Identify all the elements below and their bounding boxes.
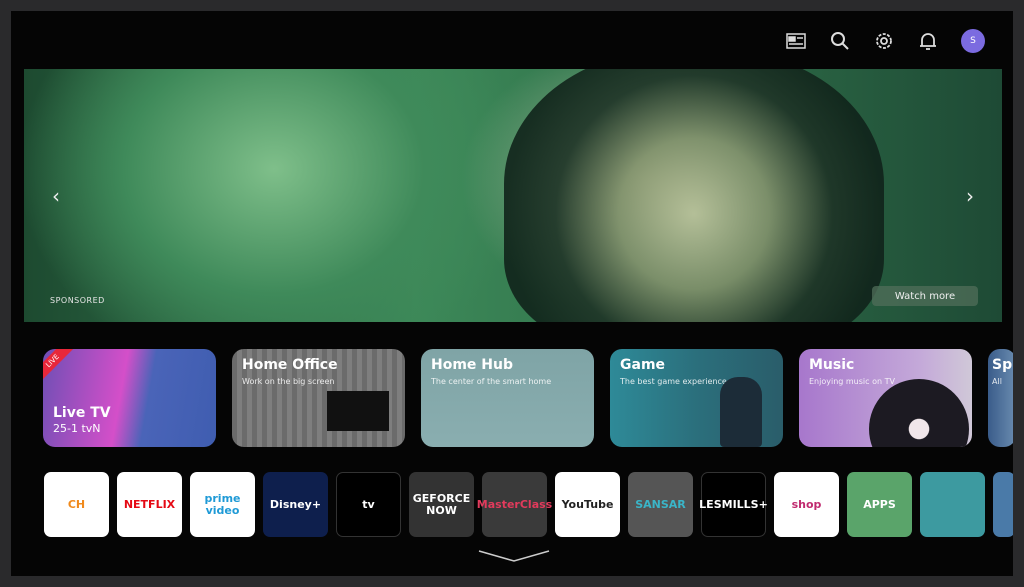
- app-label: shop: [791, 497, 822, 511]
- app-tile-item-12[interactable]: [920, 472, 985, 537]
- app-tile-apps[interactable]: APPS: [847, 472, 912, 537]
- app-bar: CH NETFLIX prime video Disney+ tv GEFORCE NOW…: [44, 472, 1013, 537]
- app-label: APPS: [863, 497, 896, 511]
- tv-image: [327, 391, 389, 431]
- app-label: prime video: [204, 491, 241, 517]
- top-bar: S: [785, 29, 985, 53]
- settings-icon[interactable]: [873, 30, 895, 52]
- category-cards: LIVE Live TV 25-1 tvN Home Office Work o…: [43, 349, 1013, 447]
- card-title: Music: [809, 357, 855, 373]
- tv-screen: S ‹ › SPONSORED Watch more LIVE Live TV …: [11, 11, 1013, 576]
- card-live-tv[interactable]: LIVE Live TV 25-1 tvN: [43, 349, 216, 447]
- card-title: Live TV: [53, 405, 111, 421]
- guide-icon[interactable]: [785, 30, 807, 52]
- card-title: Game: [620, 357, 666, 373]
- hero-banner[interactable]: ‹ › SPONSORED Watch more: [24, 69, 1002, 322]
- app-label: GEFORCE NOW: [412, 491, 471, 517]
- app-tile-netflix[interactable]: NETFLIX: [117, 472, 182, 537]
- app-tile-disney-[interactable]: Disney+: [263, 472, 328, 537]
- card-home-office[interactable]: Home Office Work on the big screen: [232, 349, 405, 447]
- chevron-right-icon[interactable]: ›: [966, 184, 974, 208]
- app-label: YouTube: [561, 497, 614, 511]
- app-label: LESMILLS+: [699, 497, 768, 511]
- app-tile-lesmills-[interactable]: LESMILLS+: [699, 472, 768, 537]
- card-title: Sp: [992, 357, 1013, 373]
- chair-image: [720, 377, 762, 447]
- app-label: tv: [362, 497, 375, 511]
- card-game[interactable]: Game The best game experience: [610, 349, 783, 447]
- app-label: NETFLIX: [123, 497, 176, 511]
- chevron-down-icon[interactable]: [477, 549, 551, 563]
- sponsored-label: SPONSORED: [50, 296, 105, 305]
- app-tile-masterclass[interactable]: MasterClass: [477, 472, 552, 537]
- card-subtitle: Work on the big screen: [242, 377, 335, 386]
- app-tile-item-13[interactable]: [993, 472, 1013, 537]
- notifications-icon[interactable]: [917, 30, 939, 52]
- app-tile-tv[interactable]: tv: [336, 472, 401, 537]
- card-subtitle: All: [992, 377, 1002, 386]
- card-subtitle: The center of the smart home: [431, 377, 552, 386]
- card-sports[interactable]: Sp All: [988, 349, 1013, 447]
- avatar[interactable]: S: [961, 29, 985, 53]
- app-label: CH: [67, 497, 86, 511]
- app-label: Disney+: [269, 497, 322, 511]
- watch-more-button[interactable]: Watch more: [872, 286, 978, 306]
- hero-image: [504, 69, 884, 322]
- card-title: Home Office: [242, 357, 338, 373]
- vinyl-image: [869, 379, 969, 447]
- search-icon[interactable]: [829, 30, 851, 52]
- app-label: MasterClass: [476, 497, 553, 511]
- app-tile-prime-video[interactable]: prime video: [190, 472, 255, 537]
- card-subtitle: 25-1 tvN: [53, 422, 101, 435]
- card-home-hub[interactable]: Home Hub The center of the smart home: [421, 349, 594, 447]
- chevron-left-icon[interactable]: ‹: [52, 184, 60, 208]
- app-tile-sansar[interactable]: SANSAR: [628, 472, 693, 537]
- app-tile-geforce-now[interactable]: GEFORCE NOW: [409, 472, 474, 537]
- card-title: Home Hub: [431, 357, 513, 373]
- app-tile-shop[interactable]: shop: [774, 472, 839, 537]
- app-tile-youtube[interactable]: YouTube: [555, 472, 620, 537]
- app-tile-ch[interactable]: CH: [44, 472, 109, 537]
- app-label: SANSAR: [635, 497, 686, 511]
- live-badge: LIVE: [43, 349, 77, 385]
- card-music[interactable]: Music Enjoying music on TV: [799, 349, 972, 447]
